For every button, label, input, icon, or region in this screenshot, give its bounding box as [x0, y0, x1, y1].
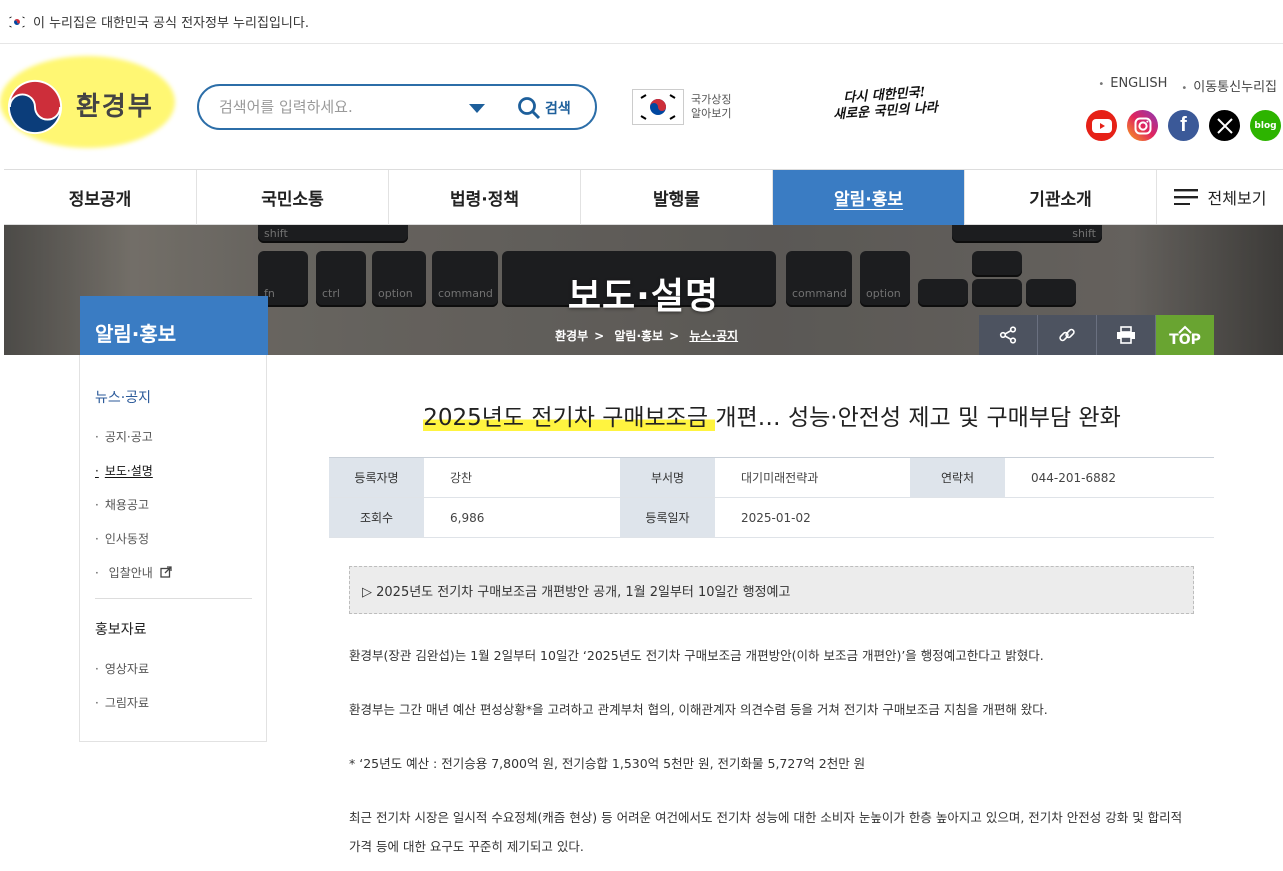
article-footnote: * ‘25년도 예산 : 전기승용 7,800억 원, 전기승합 1,530억 … — [349, 756, 866, 771]
top-button[interactable]: TOP — [1156, 315, 1214, 355]
search-button[interactable]: 검색 — [517, 94, 571, 122]
dept-value: 대기미래전략과 — [741, 471, 819, 485]
lnb-item-bidding-label: 입찰안내 — [108, 566, 153, 580]
blog-icon-label: blog — [1254, 120, 1277, 131]
search-icon — [518, 97, 541, 120]
date-label: 등록일자 — [620, 498, 715, 537]
article-paragraph: 최근 전기차 시장은 일시적 수요정체(캐즘 현상) 등 어려운 여건에서도 전… — [349, 810, 1183, 854]
copy-link-button[interactable] — [1038, 315, 1097, 355]
views-label: 조회수 — [329, 498, 424, 537]
print-button[interactable] — [1097, 315, 1156, 355]
breadcrumb-home[interactable]: 환경부 — [555, 329, 588, 343]
top-button-label: TOP — [1169, 331, 1201, 348]
contact-label: 연락처 — [910, 458, 1005, 497]
search-button-label: 검색 — [545, 101, 571, 117]
dropdown-arrow-icon[interactable] — [467, 101, 487, 115]
lnb-title: 알림·홍보 — [80, 296, 268, 355]
national-symbol-link[interactable]: 국가상징 알아보기 — [632, 89, 731, 125]
blog-icon[interactable]: blog — [1250, 110, 1281, 141]
x-icon[interactable] — [1209, 110, 1240, 141]
symbol-label-2: 알아보기 — [691, 107, 732, 120]
taegukgi-icon — [632, 89, 684, 125]
article-paragraph: 환경부는 그간 매년 예산 편성상황*을 고려하고 관계부처 협의, 이해관계자… — [349, 702, 1048, 717]
youtube-icon[interactable] — [1086, 110, 1117, 141]
lnb-divider — [95, 598, 252, 599]
lnb-item-notices[interactable]: 공지·공고 — [95, 428, 153, 445]
breadcrumb-sep-1: > — [594, 329, 605, 343]
top-links: ENGLISH 이동통신누리집 — [1098, 76, 1277, 95]
gov-banner: 이 누리집은 대한민국 공식 전자정부 누리집입니다. — [0, 0, 1283, 44]
lnb-item-personnel[interactable]: 인사동정 — [95, 530, 149, 547]
lnb-item-images[interactable]: 그림자료 — [95, 694, 149, 711]
mobile-site-link[interactable]: 이동통신누리집 — [1181, 76, 1277, 95]
symbol-label-1: 국가상징 — [691, 93, 732, 106]
gov-banner-text: 이 누리집은 대한민국 공식 전자정부 누리집입니다. — [33, 16, 309, 31]
english-link[interactable]: ENGLISH — [1098, 76, 1167, 95]
main-navigation: 정보공개 국민소통 법령·정책 발행물 알림·홍보 기관소개 전체보기 — [4, 169, 1283, 225]
breadcrumb-news-pr[interactable]: 알림·홍보 — [614, 329, 663, 343]
search-input[interactable] — [219, 98, 459, 116]
lnb-item-recruitment[interactable]: 채용공고 — [95, 496, 149, 513]
print-icon — [1117, 326, 1135, 344]
article-summary-box: ▷ 2025년도 전기차 구매보조금 개편방안 공개, 1월 2일부터 10일간… — [349, 566, 1194, 614]
gnb-item-info-disclosure[interactable]: 정보공개 — [4, 170, 196, 225]
breadcrumb: 환경부 > 알림·홍보 > 뉴스·공지 — [555, 327, 744, 344]
gnb-item-news-pr[interactable]: 알림·홍보 — [772, 170, 964, 225]
info-row: 조회수 6,986 등록일자 2025-01-02 — [329, 498, 1214, 538]
article-title: 2025년도 전기차 구매보조금 개편… 성능·안전성 제고 및 구매부담 완화 — [330, 398, 1214, 432]
lnb-group-news[interactable]: 뉴스·공지 — [95, 387, 151, 407]
views-value: 6,986 — [450, 510, 485, 525]
sns-links: f blog — [1086, 110, 1281, 141]
page-tools: TOP — [979, 315, 1214, 355]
lnb-item-press[interactable]: 보도·설명 — [95, 462, 153, 479]
facebook-icon[interactable]: f — [1168, 110, 1199, 141]
breadcrumb-sep-2: > — [669, 329, 680, 343]
slogan-calligraphy: 다시 대한민국! 새로운 국민의 나라 — [829, 84, 941, 124]
korea-flag-icon — [8, 15, 26, 28]
date-value: 2025-01-02 — [741, 510, 811, 525]
author-label: 등록자명 — [329, 458, 424, 497]
instagram-icon[interactable] — [1127, 110, 1158, 141]
article-info-table: 등록자명 강찬 부서명 대기미래전략과 연락처 044-201-6882 조회수… — [329, 457, 1214, 538]
government-emblem-icon — [7, 79, 63, 135]
author-value: 강찬 — [450, 471, 473, 485]
lnb-group-pr-materials[interactable]: 홍보자료 — [95, 619, 147, 639]
share-button[interactable] — [979, 315, 1038, 355]
hamburger-icon — [1173, 189, 1198, 205]
lnb-item-bidding[interactable]: 입찰안내 — [95, 564, 172, 581]
all-menu-label: 전체보기 — [1207, 189, 1267, 208]
side-navigation: 뉴스·공지 공지·공고 보도·설명 채용공고 인사동정 입찰안내 홍보자료 영상… — [79, 355, 267, 742]
lnb-item-videos[interactable]: 영상자료 — [95, 660, 149, 677]
all-menu-button[interactable]: 전체보기 — [1156, 170, 1283, 224]
share-icon — [999, 326, 1017, 344]
gnb-item-laws-policy[interactable]: 법령·정책 — [388, 170, 580, 225]
search-bar: 검색 — [197, 84, 597, 130]
article-title-highlighted: 2025년도 전기차 구매보조금 — [423, 405, 716, 431]
gnb-item-publications[interactable]: 발행물 — [580, 170, 772, 225]
ministry-logo[interactable]: 환경부 — [0, 56, 175, 148]
article-paragraph: 환경부(장관 김완섭)는 1월 2일부터 10일간 ‘2025년도 전기차 구매… — [349, 648, 1044, 663]
article-title-rest: 개편… 성능·안전성 제고 및 구매부담 완화 — [715, 405, 1121, 431]
ministry-name: 환경부 — [76, 92, 154, 122]
breadcrumb-current[interactable]: 뉴스·공지 — [689, 329, 738, 343]
contact-value: 044-201-6882 — [1031, 470, 1117, 485]
gnb-item-about[interactable]: 기관소개 — [964, 170, 1156, 225]
external-link-icon — [160, 566, 172, 578]
link-icon — [1059, 328, 1075, 342]
dept-label: 부서명 — [620, 458, 715, 497]
info-row: 등록자명 강찬 부서명 대기미래전략과 연락처 044-201-6882 — [329, 458, 1214, 498]
gnb-item-public-communication[interactable]: 국민소통 — [196, 170, 388, 225]
